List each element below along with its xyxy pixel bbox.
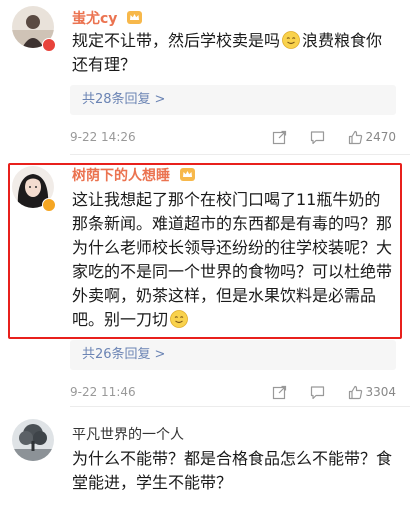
crown-badge-icon (179, 168, 195, 181)
comment-text: 为什么不能带？都是合格食品怎么不能带？食堂能进，学生不能带？ (72, 449, 393, 492)
comment-item: 平凡世界的一个人 为什么不能带？都是合格食品怎么不能带？食堂能进，学生不能带？ (0, 407, 410, 505)
comment-text-part: 这让我想起了那个在校门口喝了11瓶牛奶的那条新闻。难道超市的东西都是有毒的吗？那… (72, 190, 393, 329)
comment-item: 树荫下的人想睡 这让我想起了那个在校门口喝了11瓶牛奶的那条新闻。难道超市的东西… (0, 155, 410, 407)
smile-emoji-icon (170, 310, 188, 328)
share-icon[interactable] (272, 385, 287, 400)
comment-meta: 9-22 14:26 2470 (70, 128, 396, 146)
verified-badge-icon (42, 198, 56, 212)
like-count: 2470 (365, 130, 396, 144)
replies-count: 共26条回复 (82, 347, 151, 362)
username-text[interactable]: 树荫下的人想睡 (72, 168, 170, 184)
replies-count: 共28条回复 (82, 92, 151, 107)
username-text[interactable]: 平凡世界的一个人 (72, 427, 184, 443)
comment-text-part: 规定不让带，然后学校卖是吗 (72, 31, 281, 50)
verified-badge-icon (42, 38, 56, 52)
smile-emoji-icon (282, 31, 300, 49)
share-icon[interactable] (272, 130, 287, 145)
username[interactable]: 蚩尤cy (72, 8, 143, 28)
crown-badge-icon (127, 11, 143, 24)
chevron-right-icon: > (154, 92, 166, 107)
like-icon[interactable] (348, 130, 363, 145)
username[interactable]: 树荫下的人想睡 (72, 165, 195, 185)
like-icon[interactable] (348, 385, 363, 400)
comment-item: 蚩尤cy 规定不让带，然后学校卖是吗 浪费粮食你还有理？ 共28条回复 > 9-22… (0, 0, 410, 155)
view-replies-button[interactable]: 共28条回复 > (70, 85, 396, 115)
comment-meta: 9-22 11:46 3304 (70, 383, 396, 401)
username[interactable]: 平凡世界的一个人 (72, 424, 184, 444)
comment-icon[interactable] (310, 385, 325, 400)
view-replies-button[interactable]: 共26条回复 > (70, 340, 396, 370)
like-count: 3304 (365, 385, 396, 399)
timestamp: 9-22 14:26 (70, 130, 136, 144)
timestamp: 9-22 11:46 (70, 385, 136, 399)
comment-text: 规定不让带，然后学校卖是吗 浪费粮食你还有理？ (72, 29, 396, 77)
comment-text: 这让我想起了那个在校门口喝了11瓶牛奶的那条新闻。难道超市的东西都是有毒的吗？那… (72, 188, 396, 332)
avatar[interactable] (12, 419, 54, 461)
username-text[interactable]: 蚩尤cy (72, 11, 117, 27)
comment-icon[interactable] (310, 130, 325, 145)
chevron-right-icon: > (154, 347, 166, 362)
